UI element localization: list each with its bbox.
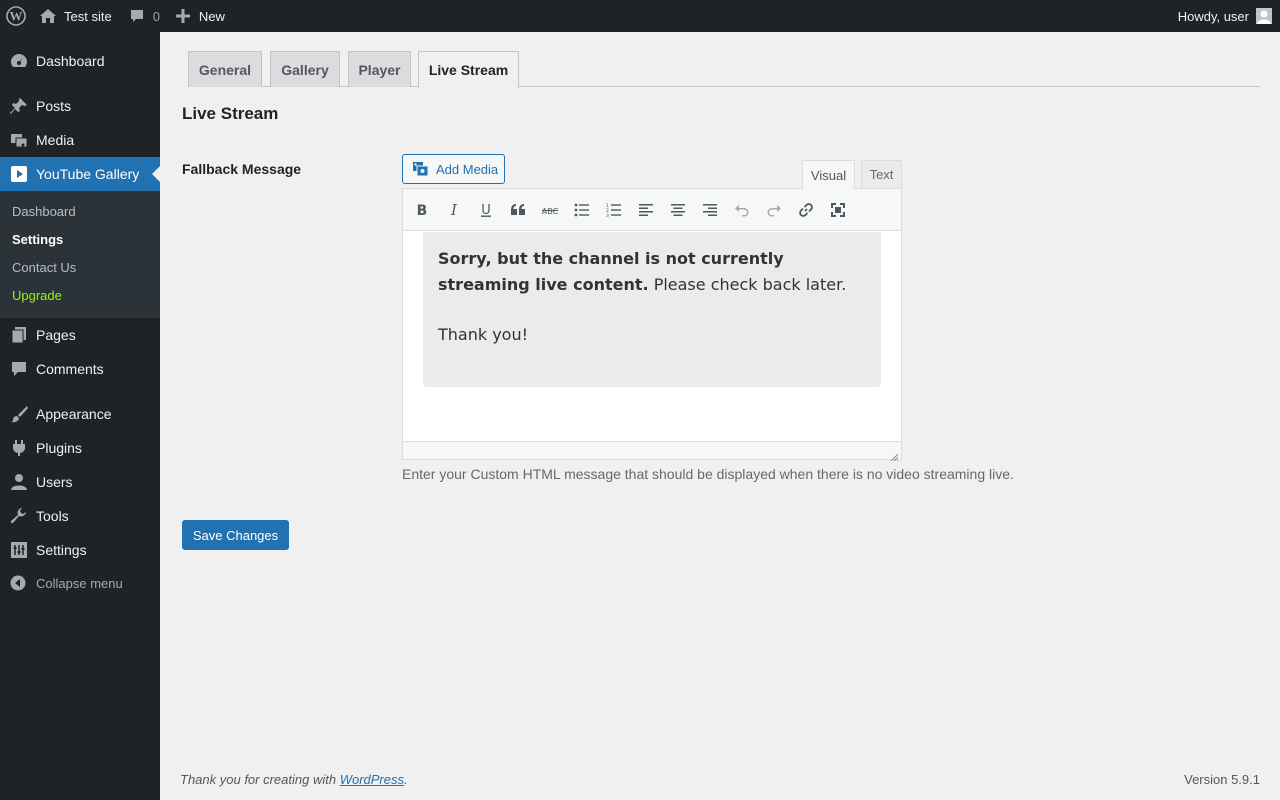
svg-text:I: I bbox=[450, 203, 458, 217]
comments-count: 0 bbox=[152, 8, 160, 24]
bulleted-list-icon[interactable] bbox=[572, 200, 592, 220]
underline-icon[interactable]: U bbox=[476, 200, 496, 220]
greeting: Howdy, user bbox=[1177, 8, 1249, 24]
fallback-message-label: Fallback Message bbox=[182, 161, 302, 177]
undo-icon[interactable] bbox=[732, 200, 752, 220]
blockquote-icon[interactable] bbox=[508, 200, 528, 220]
footer-thanks: Thank you for creating with WordPress. bbox=[180, 772, 408, 787]
youtube-icon bbox=[0, 165, 36, 183]
site-name-link[interactable]: Test site bbox=[33, 0, 120, 32]
svg-text:W: W bbox=[10, 9, 23, 24]
wordpress-link[interactable]: WordPress bbox=[340, 772, 404, 787]
svg-text:B: B bbox=[417, 203, 428, 217]
tab-general[interactable]: General bbox=[188, 51, 262, 87]
sidebar-item-tools[interactable]: Tools bbox=[0, 499, 160, 533]
sidebar-item-youtube-gallery[interactable]: YouTube Gallery bbox=[0, 157, 160, 191]
pushpin-icon bbox=[0, 97, 36, 115]
numbered-list-icon[interactable]: 123 bbox=[604, 200, 624, 220]
sidebar-item-pages[interactable]: Pages bbox=[0, 318, 160, 352]
collapse-menu-button[interactable]: Collapse menu bbox=[0, 572, 160, 594]
fullscreen-icon[interactable] bbox=[828, 200, 848, 220]
avatar bbox=[1256, 8, 1272, 24]
submenu-settings[interactable]: Settings bbox=[12, 232, 63, 247]
submenu-contact-us[interactable]: Contact Us bbox=[12, 260, 76, 275]
plugin-icon bbox=[0, 439, 36, 457]
admin-bar: W Test site 0 New Howdy, user bbox=[0, 0, 1280, 32]
sidebar-item-appearance[interactable]: Appearance bbox=[0, 397, 160, 431]
redo-icon[interactable] bbox=[764, 200, 784, 220]
settings-tabs: General Gallery Player Live Stream bbox=[188, 51, 1260, 88]
tab-visual[interactable]: Visual bbox=[802, 160, 855, 190]
tab-gallery[interactable]: Gallery bbox=[270, 51, 340, 87]
submenu-dashboard[interactable]: Dashboard bbox=[12, 204, 76, 219]
add-media-button[interactable]: Add Media bbox=[402, 154, 505, 184]
fallback-message-content: Sorry, but the channel is not currently … bbox=[423, 232, 881, 387]
user-icon bbox=[0, 473, 36, 491]
pages-icon bbox=[0, 326, 36, 344]
save-changes-button[interactable]: Save Changes bbox=[182, 520, 289, 550]
new-label: New bbox=[198, 8, 225, 24]
home-icon bbox=[40, 9, 56, 23]
message-thanks: Thank you! bbox=[438, 325, 529, 344]
align-center-icon[interactable] bbox=[668, 200, 688, 220]
site-name: Test site bbox=[64, 8, 112, 24]
tab-live-stream[interactable]: Live Stream bbox=[418, 51, 519, 88]
svg-text:ABC: ABC bbox=[542, 207, 559, 216]
brush-icon bbox=[0, 405, 36, 423]
sidebar-item-media[interactable]: Media bbox=[0, 123, 160, 157]
plus-icon bbox=[175, 9, 190, 23]
sidebar-item-posts[interactable]: Posts bbox=[0, 89, 160, 123]
admin-menu: Dashboard Posts Media YouTube Gallery Da… bbox=[0, 32, 160, 800]
comments-link[interactable]: 0 bbox=[120, 0, 168, 32]
resize-handle-icon[interactable] bbox=[890, 449, 899, 462]
editor-toolbar: B I U ABC 123 bbox=[403, 189, 901, 231]
my-account-link[interactable]: Howdy, user bbox=[1178, 0, 1280, 32]
comment-bubble-icon bbox=[130, 10, 143, 22]
svg-text:3: 3 bbox=[606, 213, 609, 217]
settings-icon bbox=[0, 541, 36, 559]
italic-icon[interactable]: I bbox=[444, 200, 464, 220]
bold-icon[interactable]: B bbox=[412, 200, 432, 220]
youtube-gallery-submenu: Dashboard Settings Contact Us Upgrade bbox=[0, 191, 160, 318]
sidebar-item-dashboard[interactable]: Dashboard bbox=[0, 44, 160, 78]
fallback-message-editor: B I U ABC 123 Sorry, but the channel is … bbox=[402, 188, 902, 462]
collapse-arrow-icon bbox=[0, 575, 36, 591]
add-media-icon bbox=[413, 162, 429, 177]
section-title: Live Stream bbox=[182, 104, 279, 123]
align-left-icon[interactable] bbox=[636, 200, 656, 220]
dashboard-icon bbox=[0, 52, 36, 70]
tab-text[interactable]: Text bbox=[861, 160, 902, 189]
field-description: Enter your Custom HTML message that shou… bbox=[402, 466, 1014, 482]
link-icon[interactable] bbox=[796, 200, 816, 220]
sidebar-item-settings[interactable]: Settings bbox=[0, 533, 160, 567]
tab-player[interactable]: Player bbox=[348, 51, 411, 87]
main-content: General Gallery Player Live Stream Live … bbox=[160, 32, 1280, 800]
comment-icon bbox=[0, 360, 36, 378]
svg-text:U: U bbox=[481, 203, 491, 217]
wrench-icon bbox=[0, 507, 36, 525]
align-right-icon[interactable] bbox=[700, 200, 720, 220]
sidebar-item-users[interactable]: Users bbox=[0, 465, 160, 499]
strikethrough-icon[interactable]: ABC bbox=[540, 200, 560, 220]
message-text: Please check back later. bbox=[653, 275, 847, 294]
editor-statusbar bbox=[403, 441, 901, 462]
new-content-link[interactable]: New bbox=[168, 0, 233, 32]
sidebar-item-comments[interactable]: Comments bbox=[0, 352, 160, 386]
wordpress-logo-icon[interactable]: W bbox=[0, 0, 33, 32]
media-icon bbox=[0, 131, 36, 149]
sidebar-item-plugins[interactable]: Plugins bbox=[0, 431, 160, 465]
editor-content-area[interactable]: Sorry, but the channel is not currently … bbox=[403, 232, 901, 441]
submenu-upgrade[interactable]: Upgrade bbox=[12, 288, 62, 303]
footer-version: Version 5.9.1 bbox=[1184, 772, 1260, 787]
